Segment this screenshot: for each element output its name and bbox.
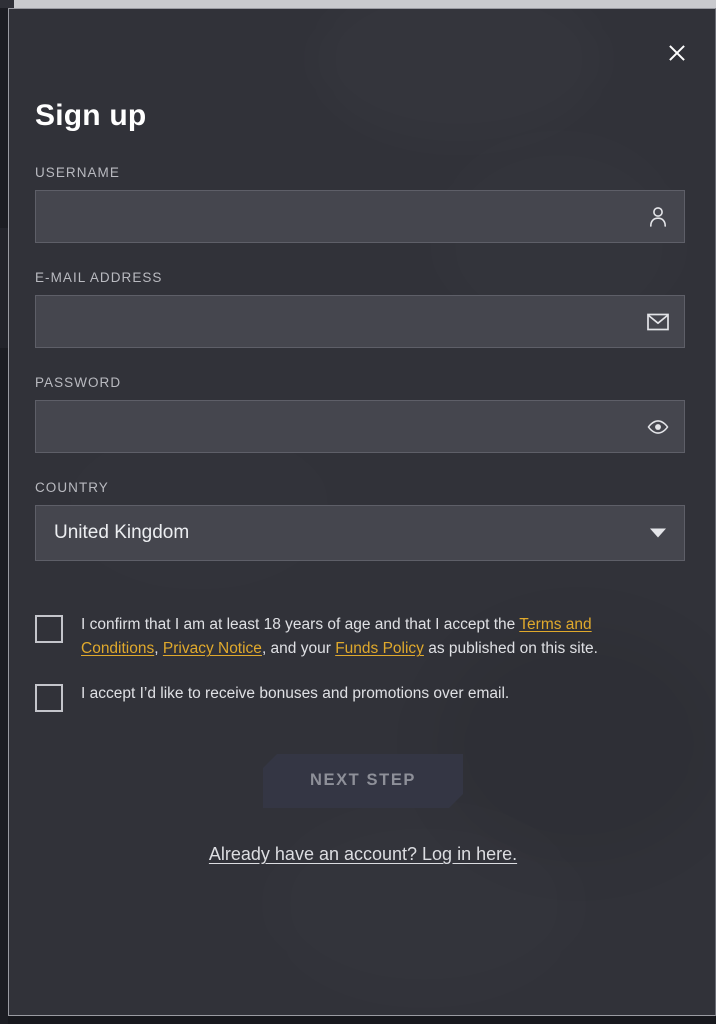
consent-row-marketing: I accept I’d like to receive bonuses and… — [35, 682, 691, 712]
email-field[interactable] — [36, 296, 684, 347]
eye-icon[interactable] — [647, 416, 669, 438]
page-left-gutter — [0, 8, 8, 1024]
username-input[interactable] — [36, 191, 684, 242]
funds-policy-link[interactable]: Funds Policy — [335, 640, 424, 657]
page-title: Sign up — [35, 99, 147, 132]
country-select[interactable]: United Kingdom — [35, 505, 685, 561]
field-group-country: COUNTRY United Kingdom — [35, 480, 691, 561]
country-label: COUNTRY — [35, 480, 109, 495]
age-terms-text-part-1: I confirm that I am at least 18 years of… — [81, 616, 520, 633]
close-button[interactable] — [661, 37, 693, 69]
username-input-wrap[interactable] — [35, 190, 685, 243]
marketing-text: I accept I’d like to receive bonuses and… — [81, 684, 510, 702]
email-label: E-MAIL ADDRESS — [35, 270, 163, 285]
page-root: Sign up USERNAME E-MAIL ADDRESS PASSWORD… — [0, 0, 716, 1024]
email-input-wrap[interactable] — [35, 295, 685, 348]
password-input-wrap[interactable] — [35, 400, 685, 453]
age-terms-text-part-2: , — [154, 640, 163, 658]
browser-top-strip — [0, 0, 716, 8]
consent-row-age-terms: I confirm that I am at least 18 years of… — [35, 613, 691, 662]
next-step-row: NEXT STEP — [35, 754, 691, 808]
age-terms-checkbox[interactable] — [35, 615, 63, 643]
envelope-icon — [647, 311, 669, 333]
marketing-checkbox[interactable] — [35, 683, 63, 712]
person-icon — [647, 206, 669, 228]
chevron-down-icon — [650, 528, 666, 538]
country-selected-value: United Kingdom — [54, 522, 190, 543]
close-icon — [669, 45, 685, 61]
login-row: Already have an account? Log in here. — [35, 844, 691, 865]
password-field[interactable] — [36, 401, 684, 452]
signup-form: Sign up USERNAME E-MAIL ADDRESS PASSWORD… — [9, 9, 715, 865]
consents-section: I confirm that I am at least 18 years of… — [35, 613, 691, 712]
age-terms-text: I confirm that I am at least 18 years of… — [81, 613, 651, 662]
browser-top-strip-corner — [0, 0, 14, 8]
field-group-email: E-MAIL ADDRESS — [35, 270, 691, 348]
field-group-username: USERNAME — [35, 165, 691, 243]
signup-modal: Sign up USERNAME E-MAIL ADDRESS PASSWORD… — [8, 8, 716, 1016]
username-label: USERNAME — [35, 165, 120, 180]
password-label: PASSWORD — [35, 375, 122, 390]
field-group-password: PASSWORD — [35, 375, 691, 453]
age-terms-text-part-3: , and your — [261, 640, 336, 658]
age-terms-text-part-4: as published on this site. — [423, 640, 598, 658]
next-step-button[interactable]: NEXT STEP — [263, 754, 463, 808]
privacy-notice-link[interactable]: Privacy Notice — [163, 640, 262, 657]
login-link[interactable]: Already have an account? Log in here. — [209, 844, 517, 865]
